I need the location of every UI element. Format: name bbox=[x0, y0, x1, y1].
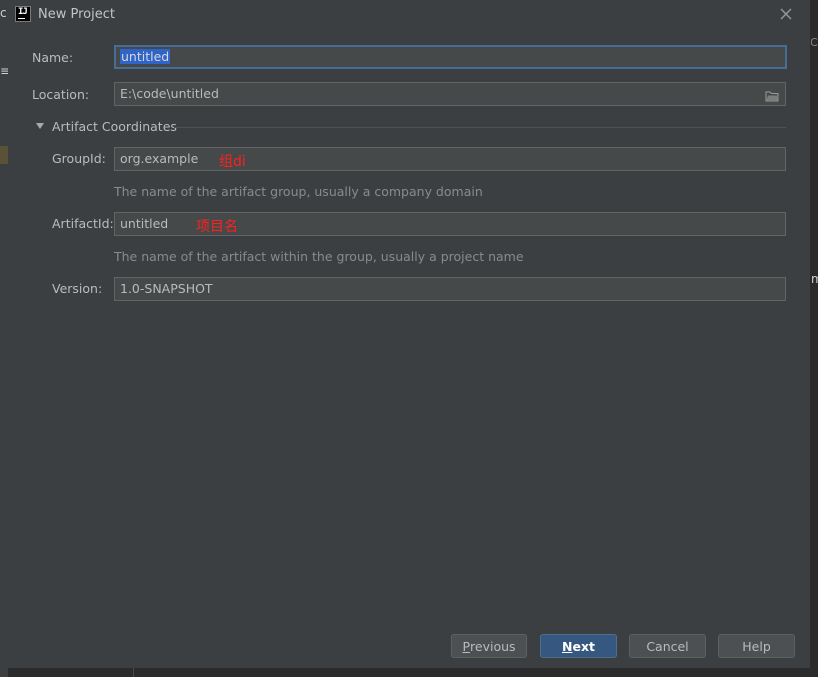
dialog-titlebar: IJ New Project bbox=[8, 0, 810, 30]
new-project-dialog: IJ New Project Name: untitled Location: … bbox=[8, 0, 811, 668]
help-button[interactable]: Help bbox=[718, 634, 795, 658]
previous-mnemonic: P bbox=[462, 638, 471, 654]
close-button[interactable] bbox=[774, 3, 798, 25]
dialog-title: New Project bbox=[38, 7, 115, 22]
version-input[interactable]: 1.0-SNAPSHOT bbox=[114, 277, 786, 301]
app-icon: IJ bbox=[15, 6, 31, 22]
background-left-char: c bbox=[0, 6, 7, 20]
groupid-input[interactable]: org.example bbox=[114, 147, 786, 171]
folder-icon bbox=[765, 91, 779, 102]
groupid-value: org.example bbox=[120, 151, 199, 166]
groupid-hint: The name of the artifact group, usually … bbox=[114, 184, 483, 199]
close-icon bbox=[780, 8, 792, 20]
background-right-panel bbox=[810, 0, 818, 677]
name-value: untitled bbox=[120, 49, 171, 64]
name-input[interactable]: untitled bbox=[114, 45, 787, 69]
groupid-label: GroupId: bbox=[52, 151, 106, 166]
next-button[interactable]: Next bbox=[540, 634, 617, 658]
background-divider bbox=[133, 668, 134, 677]
name-label: Name: bbox=[32, 50, 74, 65]
location-input[interactable]: E:\code\untitled bbox=[114, 82, 786, 106]
artifactid-label: ArtifactId: bbox=[52, 216, 114, 231]
background-right-text-2: m bbox=[811, 272, 818, 286]
collapse-triangle-icon[interactable] bbox=[36, 123, 44, 129]
location-label: Location: bbox=[32, 87, 90, 102]
background-bottom bbox=[8, 668, 810, 677]
artifactid-hint: The name of the artifact within the grou… bbox=[114, 249, 524, 264]
next-label: ext bbox=[572, 638, 595, 654]
next-mnemonic: N bbox=[562, 638, 573, 654]
browse-folder-button[interactable] bbox=[765, 87, 779, 102]
background-highlight-strip bbox=[0, 146, 8, 164]
groupid-annotation: 组di bbox=[219, 154, 246, 170]
background-right-text: C3 bbox=[810, 36, 818, 49]
previous-button[interactable]: Previous bbox=[451, 634, 527, 658]
cancel-button[interactable]: Cancel bbox=[629, 634, 706, 658]
version-value: 1.0-SNAPSHOT bbox=[120, 281, 213, 296]
section-divider bbox=[174, 127, 786, 128]
version-label: Version: bbox=[52, 281, 103, 296]
app-icon-text: IJ bbox=[18, 7, 28, 17]
background-left-panel bbox=[0, 0, 8, 677]
previous-label: revious bbox=[470, 638, 516, 654]
location-value: E:\code\untitled bbox=[120, 86, 219, 101]
help-label: Help bbox=[742, 638, 771, 654]
cancel-label: Cancel bbox=[646, 638, 689, 654]
artifactid-annotation: 项目名 bbox=[196, 219, 238, 235]
artifactid-value: untitled bbox=[120, 216, 169, 231]
artifact-coordinates-toggle[interactable]: Artifact Coordinates bbox=[52, 119, 177, 134]
